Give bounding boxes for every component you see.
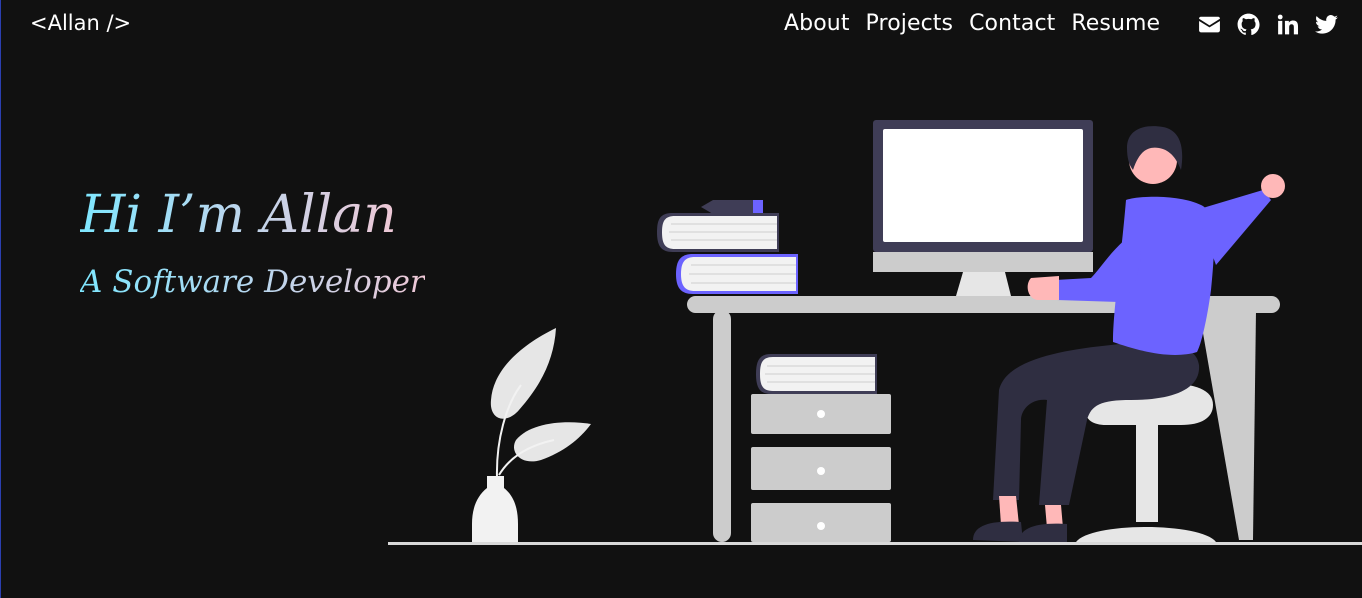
books-icon [657,200,798,294]
developer-at-desk-illustration [388,120,1362,545]
drawer-cabinet [751,354,891,542]
plant-icon [472,328,591,542]
chair-icon [1076,383,1216,542]
monitor-icon [873,120,1093,296]
